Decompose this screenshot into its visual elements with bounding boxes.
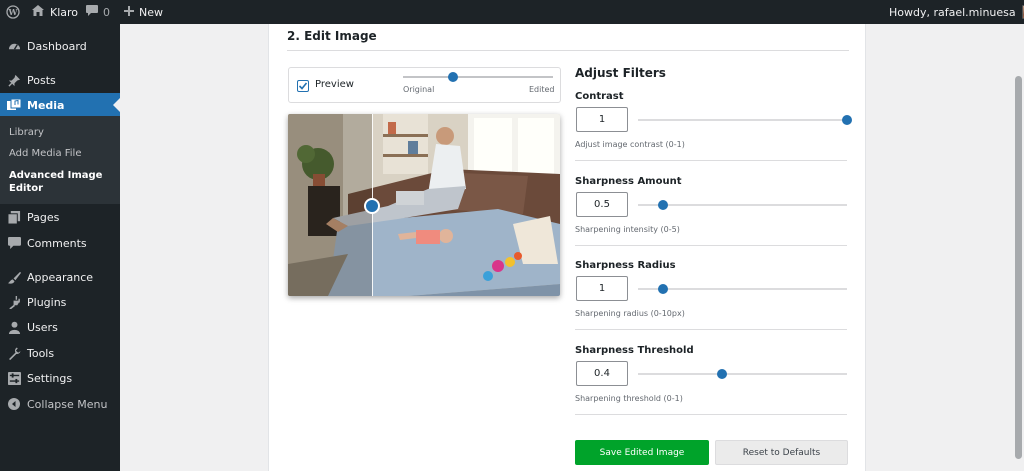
sidebar-item-dashboard[interactable]: Dashboard xyxy=(0,34,120,58)
sidebar-item-appearance[interactable]: Appearance xyxy=(0,265,120,289)
sidebar-item-users[interactable]: Users xyxy=(0,315,120,339)
contrast-input[interactable]: 1 xyxy=(576,107,628,132)
living-room-photo xyxy=(288,114,560,296)
collapse-icon xyxy=(7,397,21,411)
pin-icon xyxy=(7,73,21,87)
filter-divider xyxy=(575,329,847,330)
filter-label: Sharpness Radius xyxy=(575,260,676,271)
preview-label: Preview xyxy=(315,79,354,90)
contrast-slider-thumb[interactable] xyxy=(842,115,852,125)
sharpness-amount-slider-track[interactable] xyxy=(638,200,847,210)
page-scrollbar[interactable] xyxy=(1013,24,1024,471)
contrast-slider-track[interactable] xyxy=(638,115,852,125)
sidebar-item-settings[interactable]: Settings xyxy=(0,366,120,390)
filter-divider xyxy=(575,414,847,415)
preview-checkbox[interactable] xyxy=(297,80,309,92)
comments-count: 0 xyxy=(103,5,110,19)
title-divider xyxy=(287,50,849,51)
site-home-link[interactable]: Klaro xyxy=(32,0,78,24)
sharpness-radius-input[interactable]: 1 xyxy=(576,276,628,301)
my-account-link[interactable]: Howdy, rafael.minuesa xyxy=(889,0,1024,24)
greeting: Howdy, rafael.minuesa xyxy=(889,5,1016,19)
sharpness-amount-input[interactable]: 0.5 xyxy=(576,192,628,217)
compare-slider-track[interactable] xyxy=(403,72,553,82)
section-title: 2. Edit Image xyxy=(287,29,377,43)
site-name: Klaro xyxy=(50,5,79,19)
sidebar-item-media[interactable]: Media xyxy=(0,93,120,117)
comment-bubble-icon xyxy=(86,5,98,19)
media-icon xyxy=(7,98,21,112)
preview-toolbar: Preview Original Edited xyxy=(288,67,561,103)
filter-label: Sharpness Threshold xyxy=(575,345,694,356)
submenu-item-add-media-file[interactable]: Add Media File xyxy=(9,148,82,159)
sidebar-item-comments[interactable]: Comments xyxy=(0,231,120,255)
new-content-link[interactable]: New xyxy=(124,0,163,24)
new-label: New xyxy=(139,5,163,19)
submenu-item-library[interactable]: Library xyxy=(9,127,44,138)
brush-icon xyxy=(7,270,21,284)
filter-help: Sharpening intensity (0-5) xyxy=(575,225,680,234)
collapse-menu-button[interactable]: Collapse Menu xyxy=(0,392,120,416)
compare-edited-label: Edited xyxy=(529,85,555,94)
comment-icon xyxy=(7,236,21,250)
comments-link[interactable]: 0 xyxy=(86,0,110,24)
filter-label: Contrast xyxy=(575,91,624,102)
sharpness-amount-slider-thumb[interactable] xyxy=(658,200,669,210)
sharpness-threshold-slider-track[interactable] xyxy=(638,369,847,379)
original-side-overlay xyxy=(288,114,373,296)
admin-sidebar: Dashboard Posts Media Library Add Media … xyxy=(0,24,120,471)
filters-title: Adjust Filters xyxy=(575,66,666,80)
editor-panel: 2. Edit Image Preview Original Edited Ad… xyxy=(268,24,866,471)
plus-icon xyxy=(124,5,134,19)
sidebar-item-tools[interactable]: Tools xyxy=(0,341,120,365)
admin-bar: W Klaro 0 New Howdy, rafael.minuesa xyxy=(0,0,1024,24)
sharpness-threshold-slider-thumb[interactable] xyxy=(716,369,727,379)
dashboard-icon xyxy=(7,39,21,53)
compare-original-label: Original xyxy=(403,85,435,94)
filter-label: Sharpness Amount xyxy=(575,176,682,187)
sidebar-item-posts[interactable]: Posts xyxy=(0,68,120,92)
submenu-item-advanced-image-editor[interactable]: Advanced Image Editor xyxy=(9,169,109,195)
wrench-icon xyxy=(7,346,21,360)
filter-divider xyxy=(575,160,847,161)
active-menu-arrow xyxy=(113,98,120,112)
sharpness-threshold-input[interactable]: 0.4 xyxy=(576,361,628,386)
plug-icon xyxy=(7,295,21,309)
filter-help: Sharpening radius (0-10px) xyxy=(575,309,685,318)
sidebar-item-pages[interactable]: Pages xyxy=(0,205,120,229)
scrollbar-thumb[interactable] xyxy=(1015,76,1022,459)
save-edited-image-button[interactable]: Save Edited Image xyxy=(575,440,709,465)
settings-icon xyxy=(7,371,21,385)
media-submenu: Library Add Media File Advanced Image Ed… xyxy=(0,116,120,204)
filter-help: Sharpening threshold (0-1) xyxy=(575,394,683,403)
home-icon xyxy=(32,5,44,19)
sharpness-radius-slider-thumb[interactable] xyxy=(658,284,669,294)
reset-to-defaults-button[interactable]: Reset to Defaults xyxy=(715,440,848,465)
wordpress-logo-icon[interactable]: W xyxy=(6,0,20,24)
image-preview[interactable] xyxy=(288,114,560,296)
filter-divider xyxy=(575,245,847,246)
pages-icon xyxy=(7,210,21,224)
user-icon xyxy=(7,320,21,334)
sidebar-item-plugins[interactable]: Plugins xyxy=(0,290,120,314)
svg-text:W: W xyxy=(8,7,19,17)
compare-slider-thumb[interactable] xyxy=(447,72,458,82)
sharpness-radius-slider-track[interactable] xyxy=(638,284,847,294)
filter-help: Adjust image contrast (0-1) xyxy=(575,140,685,149)
